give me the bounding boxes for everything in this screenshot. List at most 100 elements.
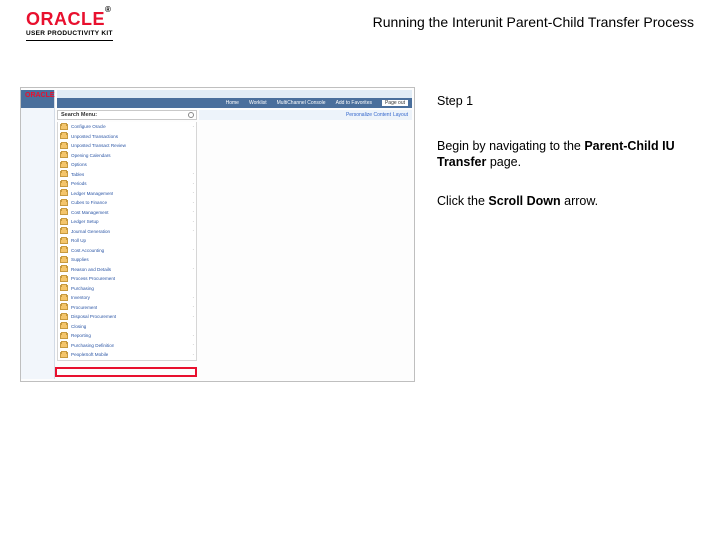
ss-menu-item[interactable]: Unposted Transact Review xyxy=(58,141,196,151)
folder-icon xyxy=(60,133,68,139)
folder-icon xyxy=(60,124,68,130)
ss-content-subbar: Personalize Content Layout xyxy=(199,110,412,120)
ss-menu-item[interactable]: Process Procurement xyxy=(58,274,196,284)
ss-menu-item[interactable]: Ledger Management· xyxy=(58,189,196,199)
ss-menu-item[interactable]: Cubes to Finance · xyxy=(58,198,196,208)
chevron-right-icon: · xyxy=(192,314,194,320)
header: ORACLE® USER PRODUCTIVITY KIT Running th… xyxy=(0,0,720,49)
chevron-right-icon: · xyxy=(192,200,194,206)
ss-menu-item[interactable]: Purchasing xyxy=(58,284,196,294)
folder-icon xyxy=(60,276,68,282)
ss-nav-fav[interactable]: Add to Favorites xyxy=(336,100,372,106)
ss-menu-item[interactable]: PeopleSoft Mobile· xyxy=(58,350,196,360)
chevron-right-icon: · xyxy=(192,171,194,177)
ss-menu-item[interactable]: Purchasing Definition · xyxy=(58,341,196,351)
ss-oracle-logo: ORACLE xyxy=(25,92,55,99)
folder-icon xyxy=(60,342,68,348)
ss-menu-item-label: PeopleSoft Mobile xyxy=(71,352,108,357)
ss-nav-mcc[interactable]: MultiChannel Console xyxy=(277,100,326,106)
ss-menu-item-label: Cost Accounting xyxy=(71,248,104,253)
ss-menu-item[interactable]: Reporting· xyxy=(58,331,196,341)
ss-menu-item[interactable]: Disposal Procurement · xyxy=(58,312,196,322)
logo-block: ORACLE® USER PRODUCTIVITY KIT xyxy=(26,10,113,41)
ss-menu-item-label: Disposal Procurement xyxy=(71,314,116,319)
ss-menu-item-label: Unposted Transact Review xyxy=(71,143,126,148)
folder-icon xyxy=(60,171,68,177)
ss-menu-item[interactable]: Cost Management · xyxy=(58,208,196,218)
chevron-right-icon: · xyxy=(192,209,194,215)
ss-menu-item[interactable]: Closing xyxy=(58,322,196,332)
folder-icon xyxy=(60,152,68,158)
logo-underline xyxy=(26,40,113,41)
chevron-right-icon: · xyxy=(192,219,194,225)
action-prefix: Click the xyxy=(437,194,488,208)
folder-icon xyxy=(60,314,68,320)
brand-text: ORACLE xyxy=(26,9,105,29)
chevron-right-icon: · xyxy=(192,266,194,272)
ss-nav-worklist[interactable]: Worklist xyxy=(249,100,267,106)
ss-topbar-light xyxy=(57,90,412,98)
ss-menu-item-label: Purchasing xyxy=(71,286,94,291)
ss-collapse-icon[interactable] xyxy=(188,112,194,118)
ss-menu-item[interactable]: Cost Accounting · xyxy=(58,246,196,256)
ss-menu-item-label: Cost Management xyxy=(71,210,109,215)
chevron-right-icon: · xyxy=(192,304,194,310)
ss-scroll-down-highlight[interactable] xyxy=(55,367,197,377)
folder-icon xyxy=(60,228,68,234)
ss-menu-item-label: Process Procurement xyxy=(71,276,115,281)
ss-personalize-link[interactable]: Personalize Content xyxy=(346,112,391,118)
folder-icon xyxy=(60,285,68,291)
chevron-right-icon: · xyxy=(192,247,194,253)
ss-menu-item-label: Tables xyxy=(71,172,84,177)
ss-nav-pageout[interactable]: Page out xyxy=(382,100,408,106)
chevron-right-icon: · xyxy=(192,333,194,339)
chevron-right-icon: · xyxy=(192,295,194,301)
folder-icon xyxy=(60,181,68,187)
ss-menu-item[interactable]: Options xyxy=(58,160,196,170)
ss-menu-item[interactable]: Ledger Setup· xyxy=(58,217,196,227)
chevron-right-icon: · xyxy=(192,124,194,130)
ss-nav-menu: Configure Oracle· Unposted Transactions Un… xyxy=(57,122,197,361)
ss-menu-item-label: Journal Generation xyxy=(71,229,110,234)
ss-menu-item-label: Procurement xyxy=(71,305,97,310)
embedded-screenshot: ORACLE Home Worklist MultiChannel Consol… xyxy=(20,87,415,382)
folder-icon xyxy=(60,352,68,358)
chevron-right-icon: · xyxy=(192,342,194,348)
registered-mark: ® xyxy=(105,5,111,14)
ss-menu-item[interactable]: Procurement · xyxy=(58,303,196,313)
ss-header-icons xyxy=(188,112,194,118)
ss-menu-item[interactable]: Opening Calendars xyxy=(58,151,196,161)
ss-menu-item-label: Reason and Details xyxy=(71,267,111,272)
folder-icon xyxy=(60,295,68,301)
ss-menu-item[interactable]: Supplies xyxy=(58,255,196,265)
chevron-right-icon: · xyxy=(192,181,194,187)
ss-menu-item[interactable]: Periods· xyxy=(58,179,196,189)
ss-menu-item-label: Cubes to Finance xyxy=(71,200,107,205)
ss-menu-item[interactable]: Journal Generation· xyxy=(58,227,196,237)
ss-menu-item-label: Unposted Transactions xyxy=(71,134,118,139)
instruction-intro: Begin by navigating to the Parent-Child … xyxy=(437,138,679,171)
ss-menu-item-label: Inventory xyxy=(71,295,90,300)
ss-menu-item-label: Purchasing Definition xyxy=(71,343,114,348)
ss-menu-item[interactable]: Reason and Details · xyxy=(58,265,196,275)
chevron-right-icon: · xyxy=(192,190,194,196)
ss-menu-item-label: Closing xyxy=(71,324,86,329)
oracle-logo: ORACLE® xyxy=(26,10,113,28)
ss-menu-item[interactable]: Unposted Transactions xyxy=(58,132,196,142)
ss-layout-link[interactable]: Layout xyxy=(393,112,408,118)
action-suffix: arrow. xyxy=(561,194,599,208)
folder-icon xyxy=(60,323,68,329)
intro-suffix: page. xyxy=(486,155,521,169)
ss-nav-links: Home Worklist MultiChannel Console Add t… xyxy=(226,100,408,106)
folder-icon xyxy=(60,304,68,310)
ss-nav-home[interactable]: Home xyxy=(226,100,239,106)
ss-menu-item[interactable]: Roll Up xyxy=(58,236,196,246)
ss-menu-item[interactable]: Inventory · xyxy=(58,293,196,303)
ss-menu-item[interactable]: Configure Oracle· xyxy=(58,122,196,132)
ss-left-gutter xyxy=(21,90,55,379)
folder-icon xyxy=(60,238,68,244)
folder-icon xyxy=(60,209,68,215)
ss-menu-item[interactable]: Tables · xyxy=(58,170,196,180)
ss-menu-item[interactable]: SAP xyxy=(58,360,196,362)
content-area: ORACLE Home Worklist MultiChannel Consol… xyxy=(0,49,720,382)
